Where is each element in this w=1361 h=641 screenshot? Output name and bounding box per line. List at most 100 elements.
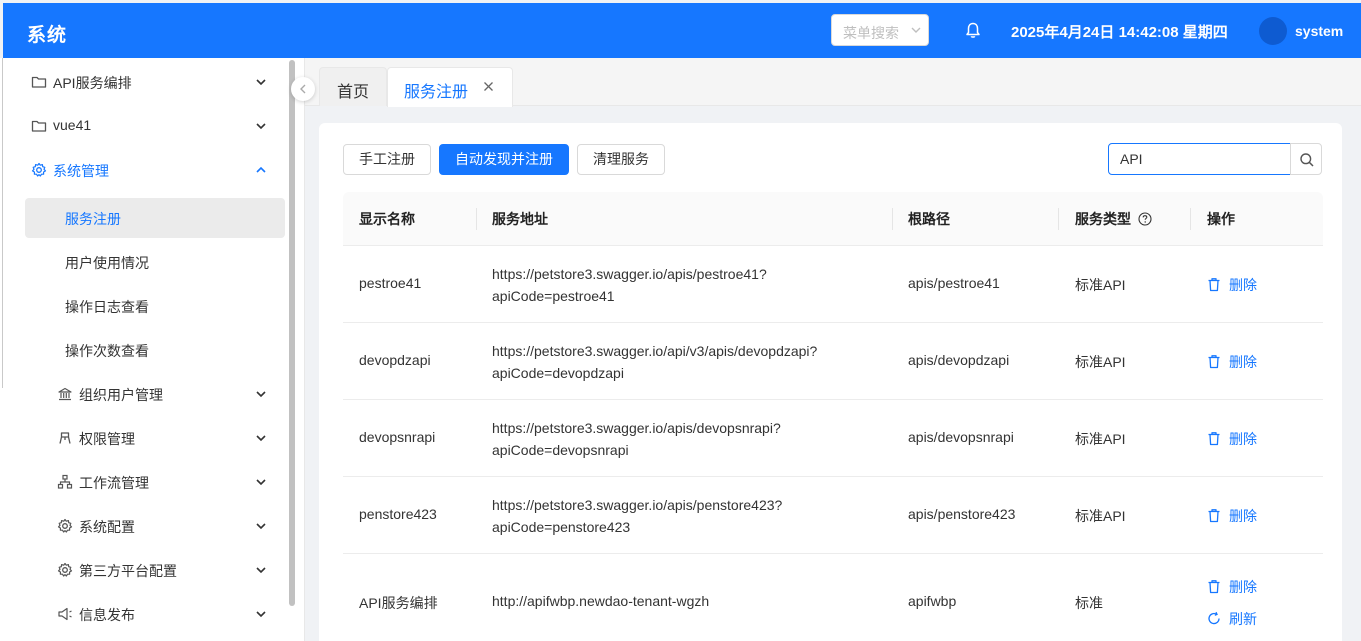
sidebar-item-service-registration[interactable]: 服务注册 [25, 198, 285, 238]
delete-button[interactable]: 删除 [1207, 275, 1267, 295]
cell-display-name: penstore423 [359, 506, 437, 522]
content-card: 手工注册 自动发现并注册 清理服务 显示名称 服务地址 根路径 服务类型 操作 … [319, 123, 1342, 641]
column-divider [476, 208, 477, 230]
auto-discover-register-button[interactable]: 自动发现并注册 [439, 144, 569, 175]
column-divider [1190, 208, 1191, 230]
search-input[interactable] [1108, 143, 1291, 175]
sidebar-item-label: 信息发布 [79, 607, 135, 623]
question-circle-icon[interactable] [1138, 212, 1152, 226]
sidebar-item-workflow[interactable]: 工作流管理 [3, 462, 288, 502]
bank-icon [58, 387, 72, 401]
cell-service-address: https://petstore3.swagger.io/apis/pestro… [492, 263, 767, 307]
tab-home[interactable]: 首页 [319, 67, 387, 106]
chevron-down-icon [256, 567, 266, 574]
avatar[interactable] [1259, 17, 1287, 45]
chevron-down-icon [256, 391, 266, 398]
cell-service-address: https://petstore3.swagger.io/apis/pensto… [492, 494, 782, 538]
sidebar-item-operation-logs[interactable]: 操作日志查看 [3, 286, 288, 326]
sidebar-item-label: 系统配置 [79, 519, 135, 535]
chevron-down-icon [911, 27, 921, 33]
sidebar-item-system-management[interactable]: 系统管理 [3, 150, 288, 190]
tab-service-registration[interactable]: 服务注册 [387, 67, 513, 107]
username[interactable]: system [1295, 23, 1343, 39]
manual-register-button[interactable]: 手工注册 [343, 144, 431, 175]
trash-icon [1208, 509, 1220, 523]
column-divider [1058, 208, 1059, 230]
current-datetime: 2025年4月24日 14:42:08 星期四 [1011, 24, 1228, 41]
refresh-button[interactable]: 刷新 [1207, 609, 1267, 629]
sidebar-item-label: 工作流管理 [79, 475, 149, 491]
sidebar-item-label: 操作次数查看 [65, 343, 149, 359]
cell-display-name: pestroe41 [359, 275, 422, 291]
clean-services-button[interactable]: 清理服务 [577, 144, 665, 175]
sidebar-item-label: vue41 [53, 117, 92, 133]
chevron-down-icon [256, 523, 266, 530]
chevron-left-icon [300, 84, 306, 94]
cell-service-type: 标准API [1075, 508, 1126, 524]
sidebar-item-org-users[interactable]: 组织用户管理 [3, 374, 288, 414]
folder-icon [31, 120, 47, 132]
search-button[interactable] [1290, 143, 1322, 175]
sidebar-item-label: 组织用户管理 [79, 387, 163, 403]
close-icon[interactable] [483, 81, 494, 92]
sidebar-scrollbar-thumb[interactable] [289, 60, 295, 606]
tab-label: 首页 [337, 84, 370, 101]
column-header-root-path: 根路径 [908, 211, 950, 227]
bell-icon[interactable] [965, 22, 981, 39]
delete-button[interactable]: 删除 [1207, 352, 1267, 372]
sidebar-item-label: 操作日志查看 [65, 299, 149, 315]
sidebar-item-permissions[interactable]: 权限管理 [3, 418, 288, 458]
trash-icon [1208, 432, 1220, 446]
cell-service-type: 标准API [1075, 277, 1126, 293]
cell-service-type: 标准API [1075, 431, 1126, 447]
sidebar-item-user-usage[interactable]: 用户使用情况 [3, 242, 288, 282]
table-row: pestroe41 https://petstore3.swagger.io/a… [343, 246, 1323, 323]
cell-service-type: 标准 [1075, 595, 1103, 611]
sidebar-item-api-orchestration[interactable]: API服务编排 [3, 62, 288, 102]
gear-icon [31, 162, 47, 177]
delete-button[interactable]: 删除 [1207, 506, 1267, 526]
cell-display-name: API服务编排 [359, 595, 438, 611]
column-header-display-name: 显示名称 [359, 211, 415, 227]
cell-service-address: https://petstore3.swagger.io/apis/devops… [492, 417, 781, 461]
column-header-service-type: 服务类型 [1075, 209, 1152, 229]
chevron-down-icon [256, 123, 266, 130]
cell-root-path: apis/pestroe41 [908, 275, 1000, 291]
delete-button[interactable]: 删除 [1207, 429, 1267, 449]
column-header-label: 服务类型 [1075, 211, 1131, 227]
menu-search-select[interactable]: 菜单搜索 [831, 14, 929, 46]
table-row: penstore423 https://petstore3.swagger.io… [343, 477, 1323, 554]
sidebar-item-operation-counts[interactable]: 操作次数查看 [3, 330, 288, 370]
sidebar-item-label: 用户使用情况 [65, 255, 149, 271]
speaker-icon [58, 607, 72, 621]
flow-icon [57, 474, 73, 489]
cell-root-path: apifwbp [908, 593, 957, 609]
top-header: 系统 菜单搜索 2025年4月24日 14:42:08 星期四 system [3, 3, 1361, 58]
delete-label: 删除 [1229, 508, 1257, 524]
sidebar-item-info-publish[interactable]: 信息发布 [3, 594, 288, 634]
delete-button[interactable]: 删除 [1207, 577, 1267, 597]
cell-root-path: apis/penstore423 [908, 506, 1016, 522]
table-row: devopsnrapi https://petstore3.swagger.io… [343, 400, 1323, 477]
permission-icon [59, 432, 71, 444]
chevron-down-icon [256, 435, 266, 442]
sidebar-item-third-party-config[interactable]: 第三方平台配置 [3, 550, 288, 590]
sidebar-item-system-config[interactable]: 系统配置 [3, 506, 288, 546]
address-line: https://petstore3.swagger.io/apis/pestro… [492, 266, 767, 282]
search-icon [1300, 153, 1314, 167]
table-row: devopdzapi https://petstore3.swagger.io/… [343, 323, 1323, 400]
sidebar-item-label: 权限管理 [79, 431, 135, 447]
cell-service-address: https://petstore3.swagger.io/api/v3/apis… [492, 340, 817, 384]
trash-icon [1208, 278, 1220, 292]
trash-icon [1208, 355, 1220, 369]
sidebar-collapse-button[interactable] [291, 77, 315, 101]
column-divider [892, 208, 893, 230]
address-line: apiCode=pestroe41 [492, 288, 615, 304]
gear-icon [57, 562, 73, 577]
chevron-down-icon [256, 611, 266, 618]
sidebar-item-vue41[interactable]: vue41 [3, 106, 288, 146]
cell-service-type: 标准API [1075, 354, 1126, 370]
cell-display-name: devopdzapi [359, 352, 431, 368]
address-line: apiCode=devopsnrapi [492, 442, 629, 458]
tab-label: 服务注册 [404, 84, 469, 101]
